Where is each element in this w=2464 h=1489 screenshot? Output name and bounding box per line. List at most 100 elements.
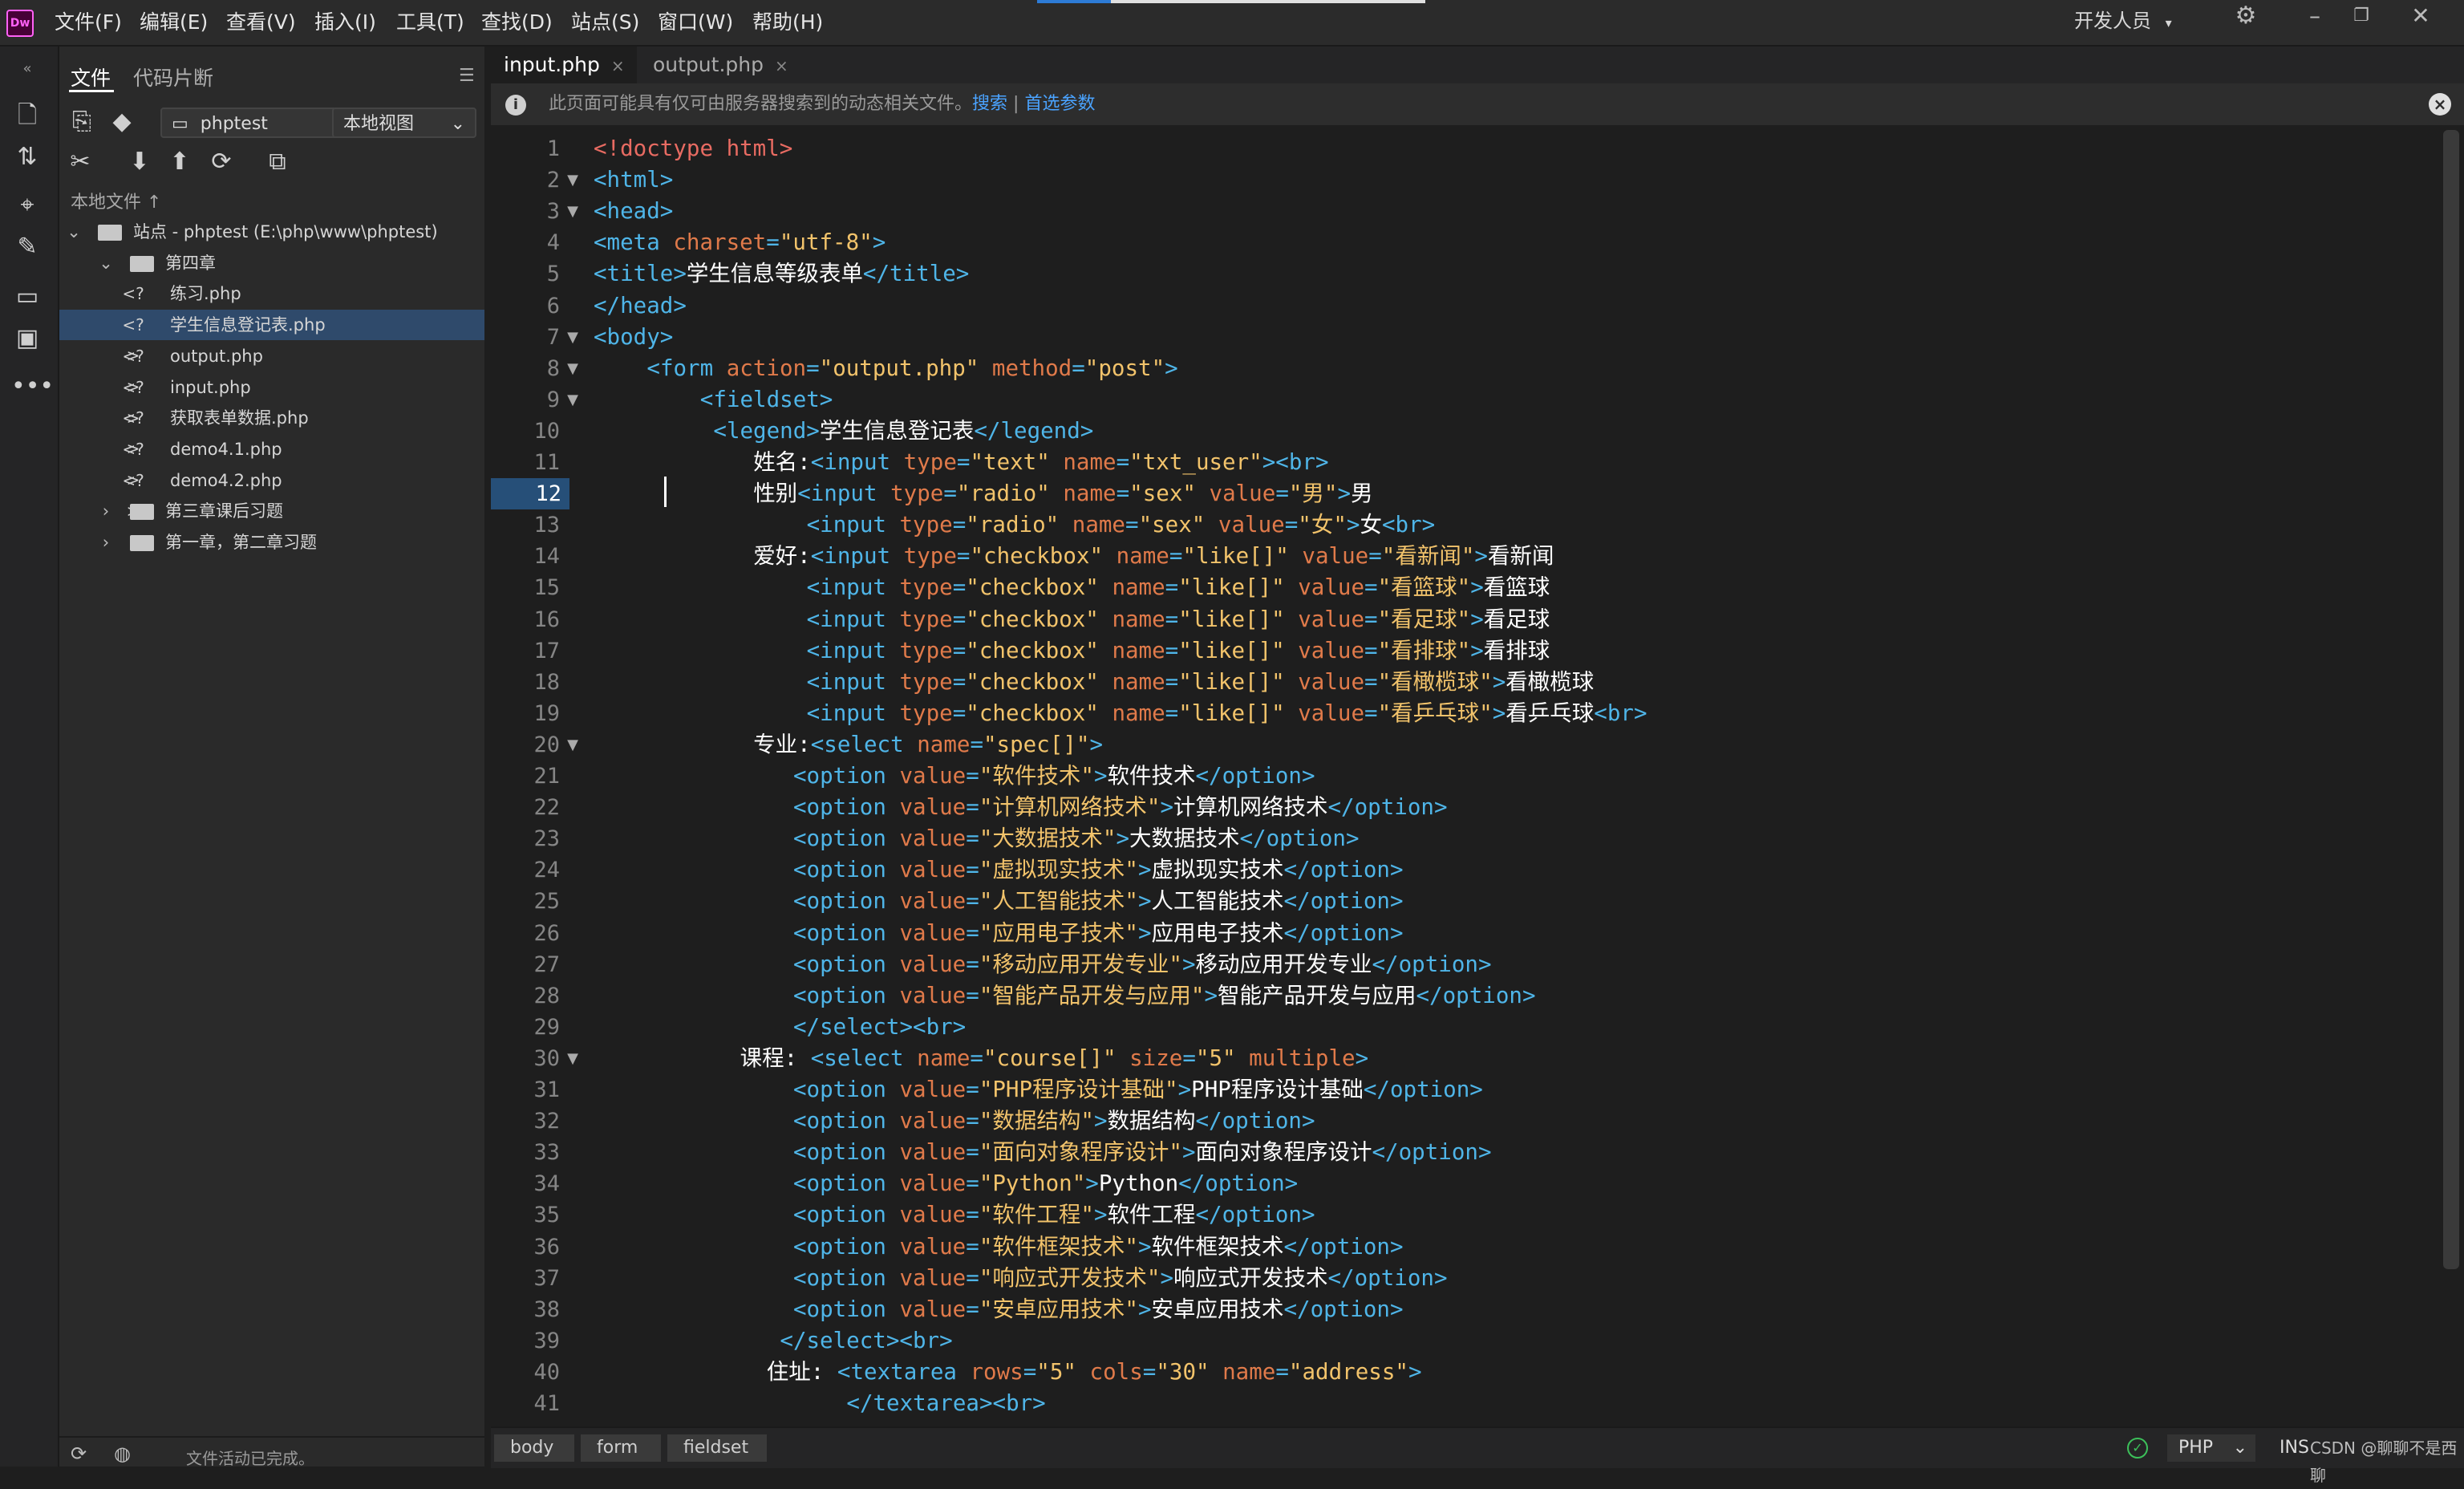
code-token: 性别 — [753, 481, 798, 507]
disconnect-icon[interactable]: ✂ — [64, 146, 96, 178]
fold-toggle-icon[interactable]: ▼ — [563, 164, 582, 196]
validate-icon[interactable]: ▣ — [11, 323, 43, 355]
get-files-icon[interactable]: ⬇ — [124, 146, 156, 178]
breadcrumb-fieldset[interactable]: fieldset — [667, 1434, 767, 1462]
fold-toggle-icon[interactable]: ▼ — [563, 1043, 582, 1074]
expand-panel-icon[interactable]: ⧉ — [261, 146, 294, 178]
tab-output-php[interactable]: output.php × — [640, 47, 797, 83]
code-token: = — [952, 512, 967, 538]
code-token: </select><br> — [780, 1327, 953, 1353]
menu-edit[interactable]: 编辑(E) — [140, 0, 208, 45]
file-transfer-icon[interactable]: ⇅ — [11, 141, 43, 173]
folder-item[interactable]: › 第三章课后习题 — [59, 496, 484, 526]
file-item[interactable]: <?> demo4.1.php — [59, 434, 484, 489]
tab-input-php[interactable]: input.php × — [491, 47, 637, 83]
view-dropdown[interactable]: 本地视图 ⌄ — [332, 108, 476, 138]
close-info-icon[interactable]: × — [2429, 93, 2451, 116]
chevron-down-icon[interactable]: ⌄ — [98, 248, 114, 278]
tree-item-label: 获取表单数据.php — [170, 408, 309, 428]
code-token: "看排球" — [1377, 637, 1471, 663]
code-token: <input — [806, 574, 900, 601]
panel-menu-icon[interactable]: ☰ — [459, 66, 475, 86]
more-icon[interactable]: ••• — [11, 371, 54, 403]
fold-toggle-icon[interactable]: ▼ — [563, 729, 582, 761]
menu-tools[interactable]: 工具(T) — [396, 0, 464, 45]
close-tab-icon[interactable]: × — [775, 56, 788, 75]
breadcrumb-form[interactable]: form — [581, 1434, 661, 1462]
menu-window[interactable]: 窗口(W) — [658, 0, 733, 45]
code-token: 看新闻 — [1487, 543, 1554, 570]
code-token: <option — [793, 1139, 900, 1166]
refresh-status-icon[interactable]: ⟳ — [71, 1442, 87, 1465]
code-token: </option> — [1283, 1296, 1404, 1322]
files-status-text: 文件活动已完成。 — [186, 1449, 314, 1468]
menu-find[interactable]: 查找(D) — [481, 0, 553, 45]
code-token: "数据结构" — [979, 1108, 1094, 1134]
insert-mode[interactable]: INS — [2280, 1434, 2309, 1462]
minimize-icon[interactable]: – — [2291, 0, 2339, 35]
menu-help[interactable]: 帮助(H) — [752, 0, 823, 45]
connect-server-icon[interactable]: ⎘ — [66, 106, 98, 138]
code-token: 响应式开发技术 — [1173, 1264, 1328, 1291]
file-item[interactable]: <?> 获取表单数据.php — [59, 403, 484, 458]
gear-sync-icon[interactable]: ⚙ — [2222, 0, 2270, 35]
code-token: = — [1169, 543, 1183, 570]
close-tab-icon[interactable]: × — [611, 56, 625, 75]
restore-icon[interactable]: ❐ — [2337, 0, 2385, 35]
file-item[interactable]: <?> output.php — [59, 341, 484, 396]
git-icon[interactable]: ◆ — [106, 106, 138, 138]
comment-icon[interactable]: ▭ — [11, 281, 43, 313]
code-token: </option> — [1372, 1139, 1492, 1166]
code-editor[interactable]: 1 2 ▼ 3 ▼ 4 5 6 7 ▼ 8 ▼ 9 ▼ 10 11 12 13 14 15 16 17 18 19 20 ▼ 21 2… — [491, 127, 2448, 1425]
fold-toggle-icon[interactable]: ▼ — [563, 353, 582, 384]
fold-toggle-icon[interactable]: ▼ — [563, 384, 582, 416]
workspace-switcher[interactable]: 开发人员 ▾ — [2074, 0, 2172, 45]
chevron-down-icon[interactable]: ⌄ — [66, 217, 82, 247]
code-token: 看乒乓球 — [1506, 700, 1595, 726]
code-token: value — [899, 1108, 967, 1134]
folder-item[interactable]: › 第一章，第二章习题 — [59, 527, 484, 558]
language-select[interactable]: PHP ⌄ — [2167, 1434, 2255, 1462]
code-token: = — [1165, 668, 1179, 695]
new-document-icon[interactable]: 🗋 — [11, 99, 43, 132]
menu-insert[interactable]: 插入(I) — [314, 0, 376, 45]
file-item[interactable]: <?>demo4.2.php — [59, 465, 484, 521]
fold-toggle-icon[interactable]: ▼ — [563, 196, 582, 227]
vertical-scrollbar[interactable] — [2443, 130, 2459, 1269]
site-root-item[interactable]: ⌄ 站点 - phptest (E:\php\www\phptest) — [59, 217, 484, 247]
code-nav-icon[interactable]: ⌖ — [11, 189, 43, 221]
tab-snippets[interactable]: 代码片断 — [133, 63, 213, 91]
menu-site[interactable]: 站点(S) — [571, 0, 639, 45]
file-item[interactable]: <?> 学生信息登记表.php — [59, 310, 484, 365]
file-item[interactable]: <?>练习.php — [59, 278, 484, 334]
tab-files[interactable]: 文件 — [71, 63, 111, 91]
put-files-icon[interactable]: ⬆ — [164, 146, 196, 178]
brush-icon[interactable]: ✎ — [11, 231, 43, 263]
collapse-icon[interactable]: « — [11, 53, 43, 85]
menu-view[interactable]: 查看(V) — [226, 0, 296, 45]
chevron-right-icon[interactable]: › — [98, 496, 114, 526]
menu-file[interactable]: 文件(F) — [55, 0, 122, 45]
folder-item[interactable]: ⌄ 第四章 — [59, 248, 484, 278]
local-files-header[interactable]: 本地文件 ↑ — [71, 188, 161, 213]
fold-toggle-icon[interactable]: ▼ — [563, 322, 582, 353]
code-token: <head> — [594, 198, 674, 225]
breadcrumb-body[interactable]: body — [494, 1434, 574, 1462]
code-token: "like[]" — [1178, 637, 1285, 663]
file-item[interactable]: <?> input.php — [59, 372, 484, 428]
no-errors-icon[interactable]: ✓ — [2127, 1438, 2148, 1459]
search-link[interactable]: 搜索 — [972, 94, 1007, 114]
code-line: <option value="软件工程">软件工程</option> — [793, 1199, 1315, 1231]
line-number: 33 — [533, 1140, 560, 1166]
refresh-icon[interactable]: ⟳ — [205, 146, 237, 178]
chevron-right-icon[interactable]: › — [98, 527, 114, 558]
preferences-link[interactable]: 首选参数 — [1024, 94, 1095, 114]
folder-icon — [130, 504, 154, 521]
globe-icon[interactable]: ◍ — [114, 1442, 131, 1465]
code-token: <textarea — [837, 1358, 971, 1385]
code-token: > — [1181, 1139, 1196, 1166]
code-token: > — [1085, 1171, 1099, 1197]
code-token: value — [899, 1202, 967, 1228]
close-icon[interactable]: ✕ — [2397, 0, 2445, 35]
